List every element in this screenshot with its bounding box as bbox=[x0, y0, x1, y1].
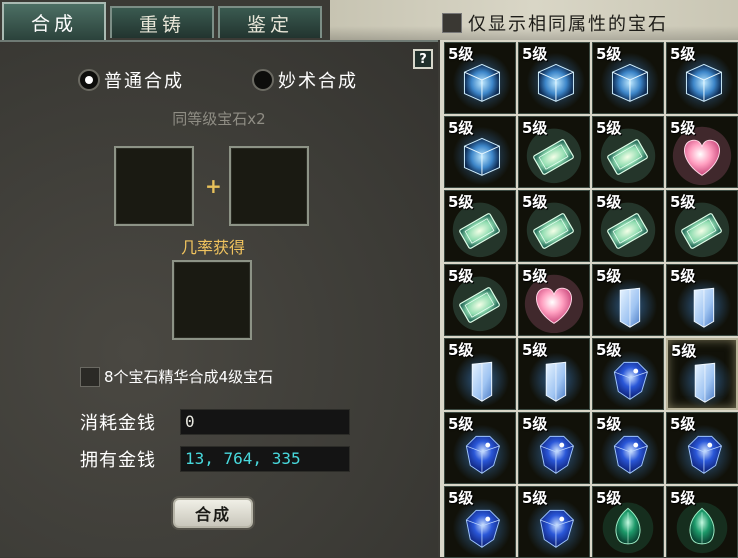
radio-unselected-icon bbox=[252, 69, 274, 91]
gem-slot[interactable]: 5级 bbox=[518, 42, 590, 114]
gem-level-label: 5级 bbox=[670, 193, 696, 211]
input-slot-2[interactable] bbox=[229, 146, 309, 226]
gem-slot[interactable]: 5级 bbox=[444, 42, 516, 114]
slot-hint: 同等级宝石x2 bbox=[172, 110, 266, 128]
cost-label: 消耗金钱 bbox=[80, 413, 156, 434]
essence-label: 8个宝石精华合成4级宝石 bbox=[104, 368, 274, 386]
gem-slot[interactable]: 5级 bbox=[518, 338, 590, 410]
gem-level-label: 5级 bbox=[670, 489, 696, 507]
gem-level-label: 5级 bbox=[596, 193, 622, 211]
mode-skill-radio[interactable]: 妙术合成 bbox=[252, 67, 358, 93]
tab-identify[interactable]: 鉴定 bbox=[218, 6, 322, 38]
gem-slot[interactable]: 5级 bbox=[444, 190, 516, 262]
gem-level-label: 5级 bbox=[596, 341, 622, 359]
tab-bar: 合成 重铸 鉴定 bbox=[0, 0, 440, 40]
probability-label: 几率获得 bbox=[180, 238, 245, 257]
combine-button[interactable]: 合成 bbox=[173, 498, 253, 528]
essence-checkbox[interactable] bbox=[80, 366, 100, 387]
gem-level-label: 5级 bbox=[522, 267, 548, 285]
gem-level-label: 5级 bbox=[448, 341, 474, 359]
gem-level-label: 5级 bbox=[522, 415, 548, 433]
gem-slot[interactable]: 5级 bbox=[592, 116, 664, 188]
gem-level-label: 5级 bbox=[522, 341, 548, 359]
gem-slot[interactable]: 5级 bbox=[592, 412, 664, 484]
gem-level-label: 5级 bbox=[670, 267, 696, 285]
gem-level-label: 5级 bbox=[670, 45, 696, 63]
owned-row: 拥有金钱 13, 764, 335 bbox=[80, 446, 350, 472]
gem-level-label: 5级 bbox=[596, 415, 622, 433]
gem-slot[interactable]: 5级 bbox=[592, 338, 664, 410]
gem-level-label: 5级 bbox=[596, 119, 622, 137]
gem-slot[interactable]: 5级 bbox=[444, 116, 516, 188]
gem-level-label: 5级 bbox=[522, 193, 548, 211]
cost-value: 0 bbox=[180, 409, 350, 435]
gem-slot[interactable]: 5级 bbox=[666, 264, 738, 336]
owned-label: 拥有金钱 bbox=[80, 450, 156, 471]
gem-level-label: 5级 bbox=[522, 119, 548, 137]
input-slot-1[interactable] bbox=[114, 146, 194, 226]
gem-inventory: 5级 5级 5级 5级 5级 5级 5级 5级 5级 5级 5级 5级 5级 5级 5级 5级 5级 5级 5级 5级… bbox=[440, 40, 738, 558]
filter-checkbox[interactable] bbox=[442, 13, 462, 33]
gem-slot[interactable]: 5级 bbox=[666, 486, 738, 558]
radio-selected-icon bbox=[78, 69, 100, 91]
gem-level-label: 5级 bbox=[596, 489, 622, 507]
result-slot bbox=[172, 260, 252, 340]
gem-level-label: 5级 bbox=[522, 45, 548, 63]
gem-level-label: 5级 bbox=[671, 342, 697, 360]
gem-level-label: 5级 bbox=[448, 489, 474, 507]
gem-slot[interactable]: 5级 bbox=[444, 264, 516, 336]
plus-sign: + bbox=[205, 174, 222, 198]
gem-slot[interactable]: 5级 bbox=[518, 116, 590, 188]
gem-level-label: 5级 bbox=[670, 415, 696, 433]
gem-slot[interactable]: 5级 bbox=[518, 412, 590, 484]
same-attribute-filter[interactable]: 仅显示相同属性的宝石 bbox=[442, 10, 668, 36]
gem-slot[interactable]: 5级 bbox=[518, 190, 590, 262]
gem-slot[interactable]: 5级 bbox=[666, 116, 738, 188]
gem-slot[interactable]: 5级 bbox=[592, 190, 664, 262]
gem-level-label: 5级 bbox=[522, 489, 548, 507]
gem-slot[interactable]: 5级 bbox=[592, 42, 664, 114]
mode-skill-label: 妙术合成 bbox=[278, 71, 358, 92]
gem-slot[interactable]: 5级 bbox=[444, 486, 516, 558]
gem-level-label: 5级 bbox=[448, 267, 474, 285]
tab-recast[interactable]: 重铸 bbox=[110, 6, 214, 38]
gem-slot[interactable]: 5级 bbox=[518, 264, 590, 336]
gem-level-label: 5级 bbox=[448, 45, 474, 63]
gem-level-label: 5级 bbox=[596, 267, 622, 285]
gem-level-label: 5级 bbox=[670, 119, 696, 137]
gem-slot[interactable]: 5级 bbox=[518, 486, 590, 558]
gem-slot[interactable]: 5级 bbox=[592, 264, 664, 336]
gem-slot[interactable]: 5级 bbox=[592, 486, 664, 558]
gem-slot[interactable]: 5级 bbox=[666, 412, 738, 484]
gem-slot[interactable]: 5级 bbox=[444, 412, 516, 484]
gem-slot[interactable]: 5级 bbox=[666, 190, 738, 262]
help-button[interactable]: ? bbox=[413, 49, 433, 69]
combine-panel: ? 普通合成 妙术合成 同等级宝石x2 + 几率获得 8个宝石精华合成4级宝石 … bbox=[0, 40, 438, 557]
gem-level-label: 5级 bbox=[448, 119, 474, 137]
mode-normal-radio[interactable]: 普通合成 bbox=[78, 67, 184, 93]
gem-level-label: 5级 bbox=[448, 193, 474, 211]
gem-slot[interactable]: 5级 bbox=[666, 42, 738, 114]
gem-level-label: 5级 bbox=[448, 415, 474, 433]
gem-slot[interactable]: 5级 bbox=[666, 338, 738, 410]
filter-label: 仅显示相同属性的宝石 bbox=[468, 14, 668, 35]
gem-level-label: 5级 bbox=[596, 45, 622, 63]
gem-grid: 5级 5级 5级 5级 5级 5级 5级 5级 5级 5级 5级 5级 5级 5级 5级 5级 5级 5级 5级 5级… bbox=[444, 42, 738, 558]
tab-combine[interactable]: 合成 bbox=[2, 2, 106, 40]
essence-option[interactable]: 8个宝石精华合成4级宝石 bbox=[80, 366, 273, 387]
owned-value: 13, 764, 335 bbox=[180, 446, 350, 472]
cost-row: 消耗金钱 0 bbox=[80, 409, 350, 435]
mode-normal-label: 普通合成 bbox=[104, 71, 184, 92]
gem-slot[interactable]: 5级 bbox=[444, 338, 516, 410]
